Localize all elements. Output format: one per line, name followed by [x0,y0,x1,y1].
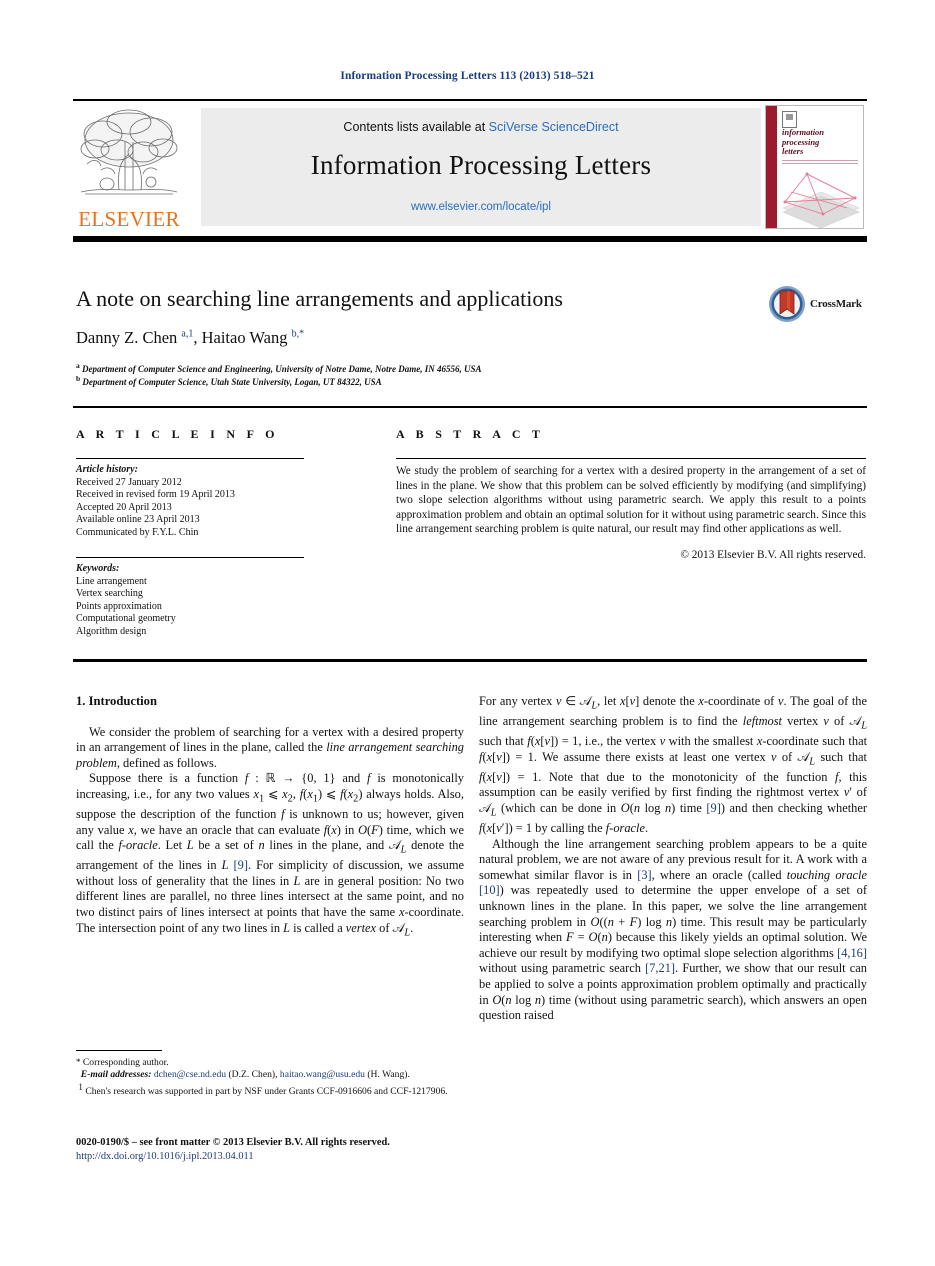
journal-url[interactable]: www.elsevier.com/locate/ipl [201,201,761,213]
footnote-rule [76,1050,162,1051]
info-top-rule [73,406,867,408]
journal-masthead: ELSEVIER Contents lists available at Sci… [73,100,867,232]
running-head: Information Processing Letters 113 (2013… [340,70,595,82]
email-owner-wang: (H. Wang). [367,1069,410,1081]
abstract-copyright: © 2013 Elsevier B.V. All rights reserved… [680,548,866,561]
keyword-item: Vertex searching [76,588,143,600]
crossmark-badge[interactable]: CrossMark [768,283,868,325]
body-column-left: 1. Introduction We consider the problem … [76,694,464,941]
email-link-wang[interactable]: haitao.wang@usu.edu [280,1069,365,1080]
keyword-item: Computational geometry [76,613,176,625]
keywords-block: Keywords: Line arrangement Vertex search… [76,563,326,639]
info-history-rule [76,458,304,459]
cover-subtitle-lines [782,160,858,164]
contents-prefix: Contents lists available at [343,120,489,134]
keywords-label: Keywords: [76,563,120,574]
info-keywords-rule [76,557,304,558]
footnote-corresponding: * Corresponding author. [76,1056,466,1069]
cover-title-text: information processing letters [782,127,860,157]
doi-link[interactable]: http://dx.doi.org/10.1016/j.ipl.2013.04.… [76,1150,476,1164]
paragraph: For any vertex v ∈ 𝒜L, let x[v] denote t… [479,694,868,836]
paragraph: Suppose there is a function f : ℝ → {0, … [76,771,464,939]
masthead-bottom-rule [73,236,867,242]
cover-publisher-badge [782,111,797,128]
email-owner-chen: (D.Z. Chen), [228,1069,278,1081]
abstract-text: We study the problem of searching for a … [396,465,866,535]
keyword-item: Points approximation [76,600,162,612]
contents-band: Contents lists available at SciVerse Sci… [201,108,761,226]
keyword-item: Line arrangement [76,575,147,587]
affiliation-b-text: Department of Computer Science, Utah Sta… [82,377,382,387]
affiliation-b: b Department of Computer Science, Utah S… [76,374,382,387]
history-item: Available online 23 April 2013 [76,514,200,526]
paragraph: We consider the problem of searching for… [76,724,464,770]
history-item: Communicated by F.Y.L. Chin [76,526,199,538]
author-list: Danny Z. Chen a,1, Haitao Wang b,* [76,328,305,347]
email-addresses-label: E-mail addresses: [80,1069,152,1081]
cover-spine [766,106,777,228]
footnotes-block: * Corresponding author. E-mail addresses… [76,1056,466,1099]
imprint-block: 0020-0190/$ – see front matter © 2013 El… [76,1136,476,1163]
footnote-funding: 1 Chen's research was supported in part … [76,1081,466,1098]
sciencedirect-link[interactable]: SciVerse ScienceDirect [489,120,619,134]
abstract-block: We study the problem of searching for a … [396,464,866,562]
page-title: A note on searching line arrangements an… [76,286,563,311]
email-link-chen[interactable]: dchen@cse.nd.edu [154,1069,226,1080]
crossmark-label: CrossMark [810,298,862,310]
elsevier-wordmark: ELSEVIER [78,207,180,231]
paper-page: Information Processing Letters 113 (2013… [0,0,935,1266]
asterisk-icon: * [76,1057,81,1067]
article-history-block: Article history: Received 27 January 201… [76,464,326,540]
paragraph: Although the line arrangement searching … [479,836,867,1023]
article-info-heading: A R T I C L E I N F O [76,427,279,441]
journal-cover-thumbnail: information processing letters [765,105,864,229]
footnote-emails: E-mail addresses: dchen@cse.nd.edu (D.Z.… [76,1069,466,1081]
history-item: Received 27 January 2012 [76,476,182,488]
history-item: Received in revised form 19 April 2013 [76,489,235,501]
info-bottom-rule [73,659,867,662]
abstract-heading: A B S T R A C T [396,427,545,441]
contents-available-line: Contents lists available at SciVerse Sci… [201,108,761,134]
imprint-line: 0020-0190/$ – see front matter © 2013 El… [76,1137,390,1148]
body-column-right: For any vertex v ∈ 𝒜L, let x[v] denote t… [479,694,867,1024]
corresponding-author-text: Corresponding author. [82,1057,169,1068]
cover-line-arrangement-art [782,172,860,228]
section-heading-introduction: 1. Introduction [76,694,157,708]
crossmark-icon[interactable] [768,285,806,323]
elsevier-tree-icon [80,109,178,195]
journal-title: Information Processing Letters [310,150,652,180]
funding-text: Chen's research was supported in part by… [85,1086,448,1098]
cover-title-line-3: letters [782,146,804,157]
keyword-item: Algorithm design [76,625,147,637]
article-history-label: Article history: [76,464,138,475]
elsevier-logo: ELSEVIER [73,102,185,230]
history-item: Accepted 20 April 2013 [76,501,172,513]
abstract-rule [396,458,866,459]
footnote-marker-1: 1 [78,1082,83,1093]
